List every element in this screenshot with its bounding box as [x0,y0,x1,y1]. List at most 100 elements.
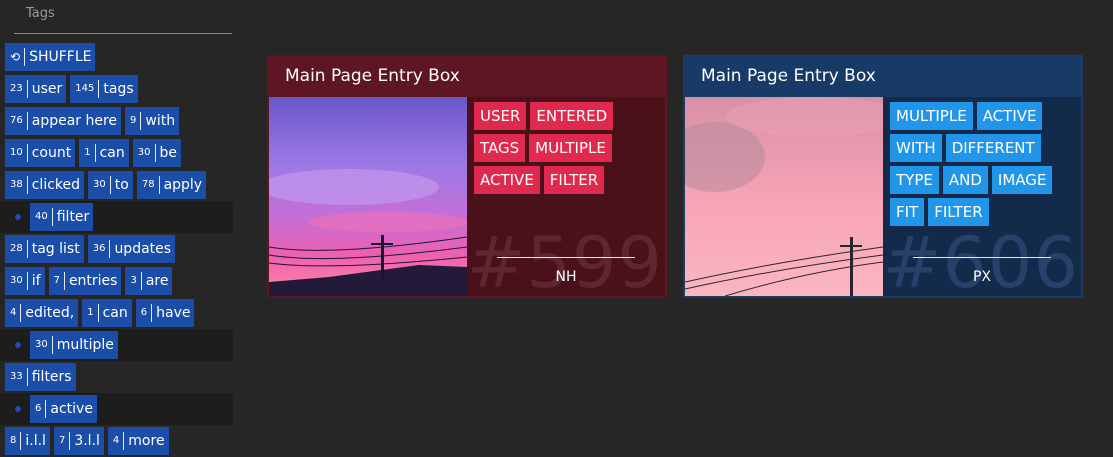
tag-label: tags [103,81,134,97]
tag-label: active [50,401,93,417]
tag-label: 3.l.l [74,433,100,449]
entry-tag[interactable]: ACTIVE [976,102,1043,130]
tag-count: 78 [142,176,160,194]
tag-count: 145 [75,80,100,98]
entry-tag[interactable]: ACTIVE [474,166,540,194]
tag-filters[interactable]: 33 filters [5,363,76,391]
tag-count: 23 [10,80,28,98]
entry-tag[interactable]: DIFFERENT [945,134,1041,162]
tag-label: if [31,273,41,289]
tag-count: 4 [113,432,125,450]
signature-line [497,257,635,258]
entry-card-606[interactable]: Main Page Entry Box MULTIPLE ACTIVE WITH… [683,55,1083,304]
tag-apply[interactable]: 78 apply [136,171,207,199]
tag-can[interactable]: 1 can [79,139,129,167]
tag-count: 28 [10,240,28,258]
tag-count-word[interactable]: 10 count [5,139,76,167]
tag-appear-here[interactable]: 76 appear here [5,107,122,135]
entry-tag[interactable]: ENTERED [530,102,614,130]
tag-count: 10 [10,144,28,162]
tag-have[interactable]: 6 have [135,299,195,327]
entry-title: Main Page Entry Box [285,66,460,86]
entry-tag[interactable]: MULTIPLE [529,134,612,162]
tag-label: apply [163,177,203,193]
tag-to[interactable]: 30 to [88,171,133,199]
shuffle-label: SHUFFLE [29,49,92,65]
entry-tag-list: USER ENTERED TAGS MULTIPLE ACTIVE FILTER [474,102,664,198]
tag-list: ⟲ SHUFFLE 23 user 145 tags 76 appear here 9… [0,41,233,457]
tag-with[interactable]: 9 with [125,107,180,135]
tag-filter[interactable]: 40 filter [30,203,94,231]
tag-tags[interactable]: 145 tags [70,75,138,103]
selected-filter-row: 30 multiple [0,329,233,361]
entry-initials: NH [555,269,577,285]
tag-label: i.l.l [25,433,46,449]
tag-label: filters [31,369,72,385]
tag-count: 30 [35,336,53,354]
tag-label: clicked [31,177,81,193]
entry-tag[interactable]: USER [474,102,527,130]
tag-label: more [128,433,165,449]
tag-count: 36 [93,240,111,258]
tag-active[interactable]: 6 active [30,395,97,423]
entry-card-599[interactable]: Main Page Entry Box USER ENTERED TAGS MU… [267,55,667,304]
entry-tag[interactable]: AND [942,166,988,194]
sidebar-title: Tags [26,6,55,21]
entry-initials: PX [972,269,992,285]
tag-count: 1 [84,144,96,162]
tag-label: with [145,113,176,129]
tag-count: 6 [141,304,153,322]
tag-count: 30 [93,176,111,194]
entry-tag[interactable]: TAGS [474,134,526,162]
tag-partial-3[interactable]: 4 more [107,427,169,455]
tag-label: tag list [31,241,80,257]
tag-label: filter [56,209,90,225]
selected-filter-row: 40 filter [0,201,233,233]
tag-clicked[interactable]: 38 clicked [5,171,85,199]
tag-count: 1 [87,304,99,322]
entry-tag[interactable]: IMAGE [991,166,1053,194]
tag-count: 8 [10,432,22,450]
entry-thumbnail[interactable] [269,97,467,296]
tag-count: 7 [54,272,65,290]
tag-label: count [31,145,72,161]
tag-label: are [145,273,169,289]
tag-label: can [99,145,125,161]
tag-if[interactable]: 30 if [5,267,45,295]
entry-thumbnail[interactable] [685,97,883,296]
entry-tag[interactable]: FILTER [543,166,605,194]
tag-count: 9 [130,112,142,130]
tag-are[interactable]: 3 are [125,267,173,295]
tag-label: can [102,305,128,321]
tag-be[interactable]: 30 be [132,139,181,167]
sidebar-divider [14,33,232,34]
tag-user[interactable]: 23 user [5,75,67,103]
tag-count: 40 [35,208,53,226]
tag-count: 33 [10,368,28,386]
tag-count: 30 [138,144,156,162]
tag-tag-list[interactable]: 28 tag list [5,235,84,263]
tag-label: multiple [56,337,114,353]
tag-partial-1[interactable]: 8 i.l.l [5,427,50,455]
tag-count: 30 [10,272,28,290]
entry-tag[interactable]: TYPE [890,166,939,194]
tag-updates[interactable]: 36 updates [87,235,176,263]
tag-edited[interactable]: 4 edited, [5,299,79,327]
tag-partial-2[interactable]: 7 3.l.l [53,427,104,455]
active-filter-dot [15,406,21,412]
entry-tag-list: MULTIPLE ACTIVE WITH DIFFERENT TYPE AND … [890,102,1080,230]
tag-entries[interactable]: 7 entries [48,267,122,295]
tag-sidebar: Tags ⟲ SHUFFLE 23 user 145 tags 76 appear h… [0,0,233,455]
tag-count: 6 [35,400,47,418]
entry-tag[interactable]: WITH [890,134,942,162]
entry-number: #599 [466,222,663,304]
tag-count: 76 [10,112,28,130]
tag-count: 7 [59,432,71,450]
entry-tag[interactable]: MULTIPLE [890,102,973,130]
tag-label: be [159,145,178,161]
tag-can-2[interactable]: 1 can [82,299,132,327]
tag-multiple[interactable]: 30 multiple [30,331,118,359]
entry-number: #606 [882,222,1079,304]
signature-line [913,257,1051,258]
shuffle-button[interactable]: ⟲ SHUFFLE [5,43,96,71]
